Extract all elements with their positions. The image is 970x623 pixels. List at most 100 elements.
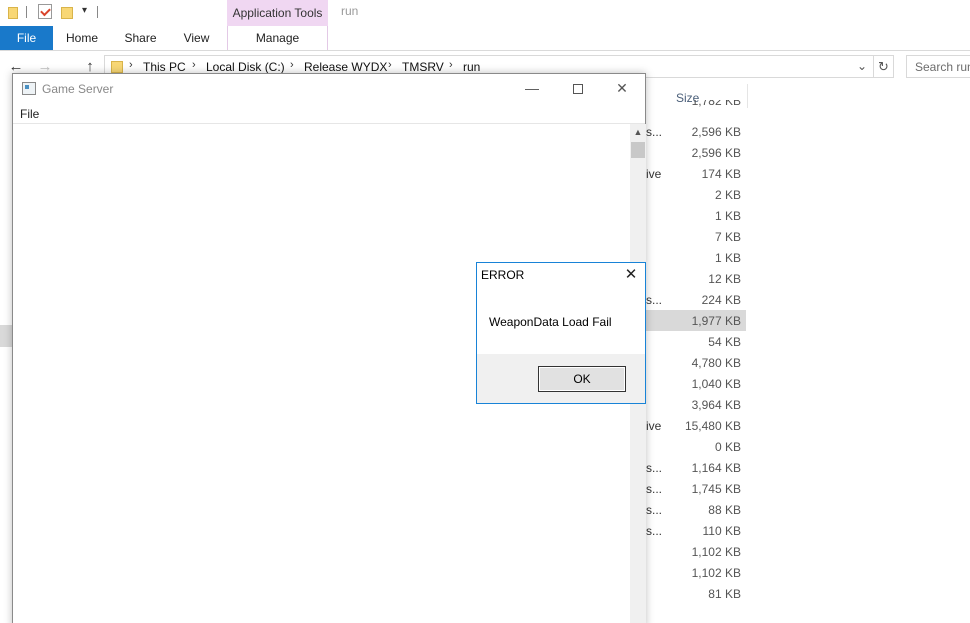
file-row[interactable]: 54 KB (646, 331, 746, 352)
close-icon: ✕ (624, 266, 638, 283)
file-row[interactable]: 1,977 KB (646, 310, 746, 331)
file-size-cell: 1,102 KB (691, 566, 741, 580)
file-row[interactable]: 7 KB (646, 226, 746, 247)
file-row[interactable]: 2 KB (646, 184, 746, 205)
breadcrumb-chevron-icon[interactable]: › (290, 59, 294, 71)
scrollbar-thumb[interactable] (631, 142, 645, 158)
file-row[interactable]: 0 KB (646, 436, 746, 457)
file-size-cell: 1,977 KB (691, 314, 741, 328)
close-icon: ✕ (616, 80, 628, 96)
file-size-cell: 2,596 KB (691, 125, 741, 139)
file-size-cell: 2,596 KB (691, 146, 741, 160)
file-size-cell: 7 KB (714, 230, 741, 244)
quick-access-toolbar: ▾ Application Tools run (0, 0, 970, 26)
error-dialog-close-button[interactable]: ✕ (619, 264, 643, 286)
file-type-cell: s... (646, 293, 663, 307)
tab-manage[interactable]: Manage (227, 26, 328, 50)
file-type-cell: s... (646, 461, 663, 475)
breadcrumb-chevron-icon[interactable]: › (129, 59, 133, 71)
file-size-cell: 0 KB (714, 440, 741, 454)
file-size-cell: 224 KB (701, 293, 741, 307)
maximize-icon (573, 84, 583, 95)
file-row[interactable]: 81 KB (646, 583, 746, 604)
tab-share[interactable]: Share (119, 26, 162, 50)
file-row[interactable]: 1 KB (646, 205, 746, 226)
breadcrumb-chevron-icon[interactable]: › (192, 59, 196, 71)
folder-icon (111, 60, 123, 74)
file-type-cell: s... (646, 524, 663, 538)
search-input[interactable]: Search run (906, 55, 970, 78)
file-size-cell: 12 KB (708, 272, 741, 286)
error-dialog-footer: OK (477, 354, 645, 403)
window-title: run (341, 4, 359, 18)
application-icon (22, 82, 36, 95)
file-row[interactable]: s... 88 KB (646, 499, 746, 520)
customize-toolbar-chevron-down-icon[interactable]: ▾ (82, 5, 87, 16)
file-size-cell: 3,964 KB (691, 398, 741, 412)
maximize-button[interactable] (555, 74, 601, 102)
tab-view[interactable]: View (175, 26, 218, 50)
file-row[interactable]: 1,040 KB (646, 373, 746, 394)
file-type-cell: ive (646, 419, 662, 433)
file-size-cell: 1,164 KB (691, 461, 741, 475)
file-row[interactable]: 1,782 KB (646, 100, 746, 112)
file-size-cell: 4,780 KB (691, 356, 741, 370)
close-button[interactable]: ✕ (599, 74, 645, 102)
breadcrumb-tmsrv[interactable]: TMSRV (402, 60, 444, 74)
file-size-cell: 1,040 KB (691, 377, 741, 391)
file-size-cell: 2 KB (714, 188, 741, 202)
menu-file[interactable]: File (20, 107, 39, 121)
refresh-icon[interactable]: ↻ (874, 55, 894, 78)
file-row[interactable]: 1,102 KB (646, 541, 746, 562)
breadcrumb-this-pc[interactable]: This PC (143, 60, 186, 74)
toolbar-separator (26, 6, 27, 18)
file-type-cell: ive (646, 167, 662, 181)
file-row[interactable]: ive 15,480 KB (646, 415, 746, 436)
navigation-pane-selected-item[interactable] (0, 325, 12, 347)
file-type-cell: s... (646, 482, 663, 496)
file-row[interactable]: s... 224 KB (646, 289, 746, 310)
game-server-title: Game Server (42, 82, 114, 96)
ribbon-tab-bar: File Home Share View Manage (0, 26, 970, 50)
file-row[interactable]: 4,780 KB (646, 352, 746, 373)
file-row[interactable]: 2,596 KB (646, 142, 746, 163)
file-row[interactable]: s... 1,745 KB (646, 478, 746, 499)
file-row[interactable]: s... 2,596 KB (646, 121, 746, 142)
breadcrumb-run[interactable]: run (463, 60, 480, 74)
contextual-tab-group-label: Application Tools (227, 0, 328, 26)
game-server-titlebar[interactable]: Game Server — ✕ (13, 74, 645, 104)
toolbar-separator (97, 6, 98, 18)
file-size-cell: 174 KB (701, 167, 741, 181)
scroll-up-arrow-icon[interactable]: ▲ (630, 124, 646, 141)
file-row[interactable]: 1 KB (646, 247, 746, 268)
new-folder-icon[interactable] (61, 5, 73, 19)
file-row[interactable]: 12 KB (646, 268, 746, 289)
file-row[interactable]: s... 1,164 KB (646, 457, 746, 478)
file-size-cell: 88 KB (708, 503, 741, 517)
minimize-button[interactable]: — (509, 74, 555, 102)
error-dialog-title: ERROR (481, 268, 525, 282)
breadcrumb-release-wydx[interactable]: Release WYDX (304, 60, 387, 74)
game-server-menubar: File (13, 104, 645, 124)
error-message: WeaponData Load Fail (489, 315, 612, 329)
breadcrumb-chevron-icon[interactable]: › (388, 59, 392, 71)
address-dropdown-chevron-down-icon[interactable]: ⌄ (857, 59, 867, 73)
minimize-icon: — (525, 80, 539, 96)
file-size-cell: 1 KB (714, 251, 741, 265)
file-row[interactable]: 3,964 KB (646, 394, 746, 415)
tab-file[interactable]: File (0, 26, 53, 50)
folder-icon[interactable] (8, 5, 20, 19)
file-size-cell: 110 KB (702, 524, 741, 538)
file-size-cell: 1 KB (714, 209, 741, 223)
file-row[interactable]: 1,102 KB (646, 562, 746, 583)
file-row[interactable]: ive 174 KB (646, 163, 746, 184)
ribbon-divider (0, 50, 970, 51)
file-row[interactable]: s... 110 KB (646, 520, 746, 541)
breadcrumb-local-disk[interactable]: Local Disk (C:) (206, 60, 285, 74)
tab-home[interactable]: Home (60, 26, 104, 50)
properties-icon[interactable] (38, 4, 52, 19)
file-size-cell: 1,102 KB (691, 545, 741, 559)
ok-button[interactable]: OK (538, 366, 626, 392)
breadcrumb-chevron-icon[interactable]: › (449, 59, 453, 71)
file-size-cell: 81 KB (708, 587, 741, 601)
